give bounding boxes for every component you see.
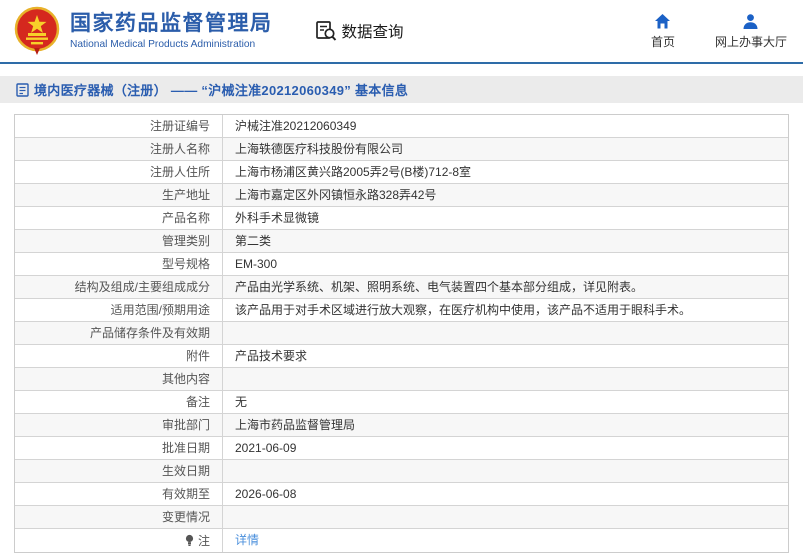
document-icon (16, 82, 29, 97)
row-value: 详情 (223, 529, 788, 552)
nav-label-service-hall: 网上办事大厅 (714, 34, 787, 49)
row-label: 产品储存条件及有效期 (15, 322, 223, 344)
table-row: 注册证编号 沪械注准20212060349 (15, 115, 788, 138)
table-row: 生效日期 (15, 460, 788, 483)
row-label: 产品名称 (15, 207, 223, 229)
nav-label-home: 首页 (650, 34, 675, 49)
table-row: 生产地址 上海市嘉定区外冈镇恒永路328弄42号 (15, 184, 788, 207)
row-label: 生效日期 (15, 460, 223, 482)
row-value: 上海市嘉定区外冈镇恒永路328弄42号 (235, 188, 437, 202)
table-row: 有效期至 2026-06-08 (15, 483, 788, 506)
site-subtitle: National Medical Products Administration (70, 38, 256, 50)
table-row: 其他内容 (15, 368, 788, 391)
nav-item-service-hall[interactable]: 网上办事大厅 (715, 13, 787, 50)
row-value: EM-300 (235, 257, 278, 271)
row-label: 管理类别 (15, 230, 223, 252)
row-value (223, 460, 788, 482)
brand-block: 国家药品监督管理局 National Medical Products Admi… (70, 12, 273, 49)
header-nav: 首页 网上办事大厅 (645, 13, 787, 50)
row-label: 批准日期 (15, 437, 223, 459)
row-value: 外科手术显微镜 (235, 211, 320, 225)
row-value: 2021-06-09 (235, 441, 297, 455)
row-value: 上海市药品监督管理局 (235, 418, 356, 432)
row-value: 沪械注准20212060349 (235, 119, 357, 133)
table-row: 适用范围/预期用途 该产品用于对手术区域进行放大观察，在医疗机构中使用，该产品不… (15, 299, 788, 322)
row-label: 备注 (15, 391, 223, 413)
row-value: 上海轶德医疗科技股份有限公司 (235, 142, 404, 156)
table-row: 型号规格 EM-300 (15, 253, 788, 276)
row-label: 其他内容 (15, 368, 223, 390)
row-label: 变更情况 (15, 506, 223, 528)
table-row-note: 注 详情 (15, 529, 788, 552)
row-label: 注册人住所 (15, 161, 223, 183)
row-value (223, 368, 788, 390)
row-value: 无 (235, 395, 248, 409)
row-label: 注册证编号 (15, 115, 223, 137)
row-label-text: 注 (197, 533, 210, 548)
row-label: 适用范围/预期用途 (15, 299, 223, 321)
national-emblem-logo[interactable] (14, 6, 60, 56)
table-row: 备注 无 (15, 391, 788, 414)
document-search-icon (315, 21, 336, 41)
table-row: 结构及组成/主要组成成分 产品由光学系统、机架、照明系统、电气装置四个基本部分组… (15, 276, 788, 299)
row-label: 型号规格 (15, 253, 223, 275)
row-label: 附件 (15, 345, 223, 367)
table-row: 注册人住所 上海市杨浦区黄兴路2005弄2号(B楼)712-8室 (15, 161, 788, 184)
row-label: 有效期至 (15, 483, 223, 505)
row-value: 2026-06-08 (235, 487, 297, 501)
table-row: 产品储存条件及有效期 (15, 322, 788, 345)
table-row: 产品名称 外科手术显微镜 (15, 207, 788, 230)
row-value (223, 322, 788, 344)
details-link[interactable]: 详情 (235, 533, 259, 547)
header: 国家药品监督管理局 National Medical Products Admi… (0, 0, 803, 64)
row-value: 上海市杨浦区黄兴路2005弄2号(B楼)712-8室 (235, 165, 472, 179)
row-value: 该产品用于对手术区域进行放大观察，在医疗机构中使用，该产品不适用于眼科手术。 (235, 303, 692, 317)
table-row: 注册人名称 上海轶德医疗科技股份有限公司 (15, 138, 788, 161)
data-query-section[interactable]: 数据查询 (315, 20, 404, 42)
row-value: 第二类 (235, 234, 272, 248)
site-title: 国家药品监督管理局 (70, 12, 273, 36)
nav-item-home[interactable]: 首页 (645, 13, 681, 50)
row-label: 注册人名称 (15, 138, 223, 160)
table-row: 批准日期 2021-06-09 (15, 437, 788, 460)
bulb-icon (185, 534, 194, 546)
home-icon (655, 13, 671, 28)
row-value (223, 506, 788, 528)
table-row: 管理类别 第二类 (15, 230, 788, 253)
table-row: 变更情况 (15, 506, 788, 529)
table-row: 附件 产品技术要求 (15, 345, 788, 368)
breadcrumb-bar: 境内医疗器械（注册） —— “沪械注准20212060349” 基本信息 (0, 76, 803, 103)
row-label: 结构及组成/主要组成成分 (15, 276, 223, 298)
row-label: 审批部门 (15, 414, 223, 436)
user-icon (743, 13, 758, 29)
page-title: 境内医疗器械（注册） —— “沪械注准20212060349” 基本信息 (34, 83, 409, 98)
table-row: 审批部门 上海市药品监督管理局 (15, 414, 788, 437)
row-label: 注 (15, 529, 223, 552)
row-value: 产品技术要求 (235, 349, 308, 363)
data-query-label: 数据查询 (341, 24, 404, 41)
row-label: 生产地址 (15, 184, 223, 206)
registration-detail-table: 注册证编号 沪械注准20212060349 注册人名称 上海轶德医疗科技股份有限… (14, 114, 789, 553)
row-value: 产品由光学系统、机架、照明系统、电气装置四个基本部分组成，详见附表。 (235, 280, 644, 294)
